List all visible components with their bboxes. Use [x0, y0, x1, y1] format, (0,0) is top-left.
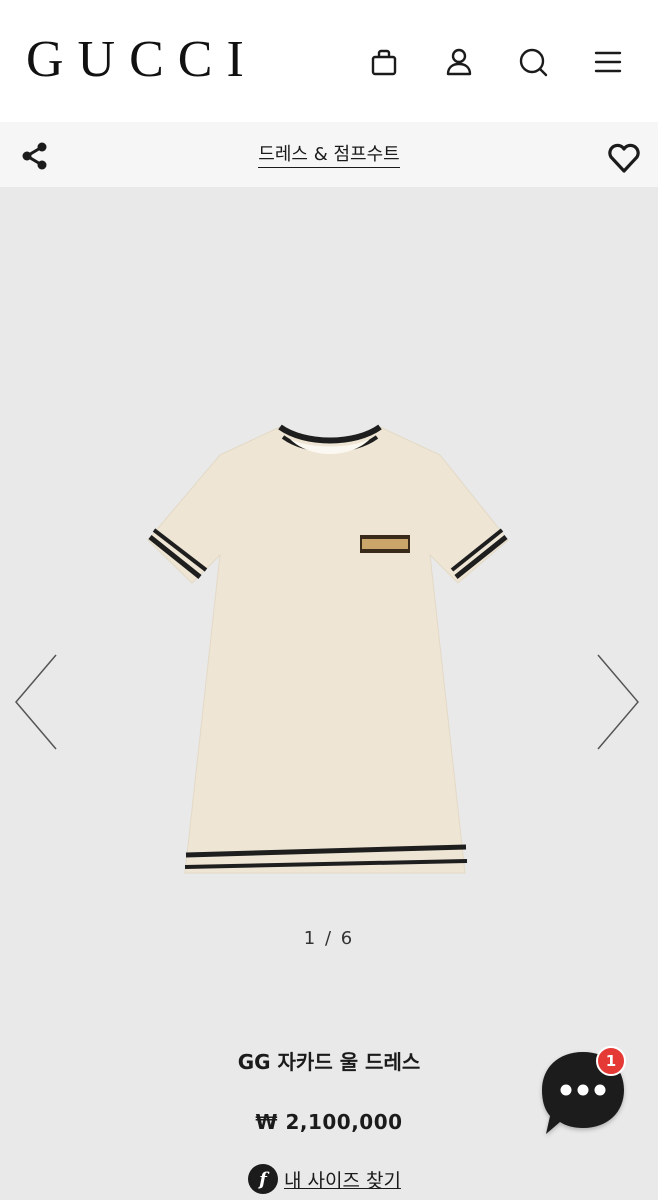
product-image-dress	[147, 424, 509, 874]
menu-icon[interactable]	[588, 42, 628, 82]
image-pager: 1 / 6	[303, 928, 355, 949]
chevron-right-icon[interactable]	[594, 647, 644, 757]
find-my-size-label: 내 사이즈 찾기	[284, 1169, 401, 1192]
search-icon[interactable]	[513, 42, 553, 82]
find-my-size-link[interactable]: f 내 사이즈 찾기	[248, 1162, 401, 1196]
category-breadcrumb[interactable]: 드레스 & 점프수트	[0, 140, 658, 168]
chat-notification-badge: 1	[596, 1046, 626, 1076]
chevron-left-icon[interactable]	[10, 647, 60, 757]
heart-icon[interactable]	[606, 140, 642, 176]
shopping-bag-icon[interactable]	[364, 42, 404, 82]
gucci-logo[interactable]: GUCCI	[26, 30, 258, 90]
user-icon[interactable]	[439, 42, 479, 82]
category-link[interactable]: 드레스 & 점프수트	[258, 144, 400, 168]
top-header: GUCCI	[0, 0, 658, 122]
fit-finder-icon: f	[248, 1164, 278, 1194]
